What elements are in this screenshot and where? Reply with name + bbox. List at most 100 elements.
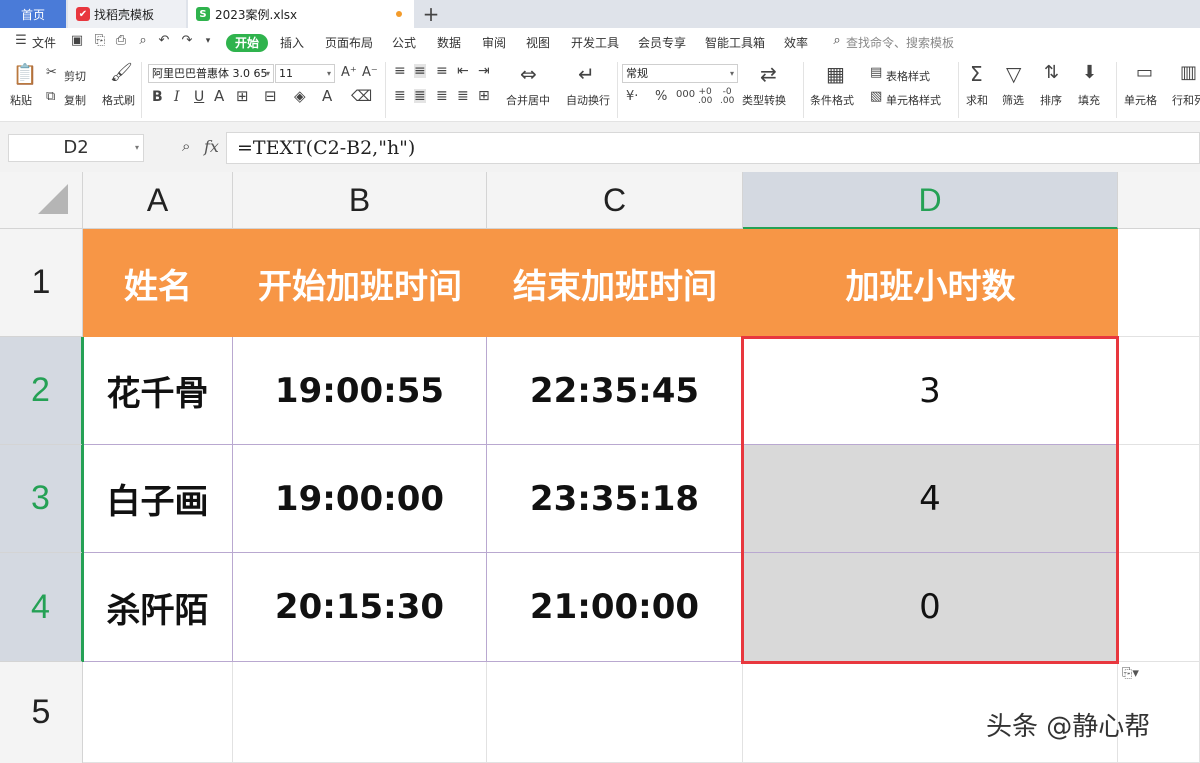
row-header-5[interactable]: 5 — [0, 662, 83, 763]
print-preview-icon[interactable]: ⌕ — [136, 34, 150, 48]
menu-member[interactable]: 会员专享 — [638, 34, 686, 52]
align-right-icon[interactable]: ≣ — [436, 89, 448, 103]
strikethrough-icon[interactable]: A — [214, 89, 224, 104]
font-size-select[interactable]: 11 ▾ — [275, 64, 335, 83]
bold-icon[interactable]: B — [152, 90, 163, 104]
header-cell-start-time[interactable]: 开始加班时间 — [233, 229, 487, 337]
paste-options-icon[interactable]: ⎘▾ — [1122, 666, 1139, 681]
menu-review[interactable]: 审阅 — [482, 34, 506, 52]
menu-developer[interactable]: 开发工具 — [571, 34, 619, 52]
thousands-icon[interactable]: 000 — [676, 90, 695, 100]
row-col-button[interactable]: 行和列 — [1172, 92, 1200, 108]
merge-center-button[interactable]: 合并居中 — [506, 92, 550, 108]
wrap-text-button[interactable]: 自动换行 — [566, 92, 610, 108]
menu-start[interactable]: 开始 — [226, 34, 269, 52]
cell-a3[interactable]: 白子画 — [83, 445, 233, 553]
decrease-font-icon[interactable]: A⁻ — [362, 66, 378, 79]
align-bottom-icon[interactable]: ≡ — [436, 64, 448, 78]
cut-button[interactable]: 剪切 — [64, 68, 86, 84]
conditional-format-icon[interactable]: ▦ — [826, 64, 845, 84]
increase-decimal-icon[interactable]: +0.00 — [698, 88, 712, 106]
column-header-e[interactable] — [1118, 172, 1200, 229]
number-format-select[interactable]: 常规 ▾ — [622, 64, 738, 83]
menu-formulas[interactable]: 公式 — [392, 34, 416, 52]
cell-b4[interactable]: 20:15:30 — [233, 553, 487, 662]
paste-button[interactable]: 粘贴 — [10, 92, 32, 108]
justify-icon[interactable]: ≣ — [457, 89, 469, 103]
cell-a4[interactable]: 杀阡陌 — [83, 553, 233, 662]
cell-b2[interactable]: 19:00:55 — [233, 337, 487, 445]
format-painter-button[interactable]: 格式刷 — [102, 92, 135, 108]
tab-file[interactable]: S 2023案例.xlsx — [188, 0, 414, 28]
distributed-icon[interactable]: ⊞ — [478, 89, 490, 103]
sort-icon[interactable]: ⇅ — [1044, 64, 1059, 82]
fill-color-icon[interactable]: ◈ — [294, 89, 306, 104]
sum-icon[interactable]: Σ — [970, 64, 983, 84]
indent-decrease-icon[interactable]: ⇤ — [457, 64, 469, 78]
quick-access-more-icon[interactable]: ▾ — [201, 34, 215, 48]
menu-page-layout[interactable]: 页面布局 — [325, 34, 373, 52]
cell-e3[interactable] — [1118, 445, 1200, 553]
header-cell-end-time[interactable]: 结束加班时间 — [487, 229, 743, 337]
row-header-2[interactable]: 2 — [0, 337, 83, 445]
column-header-d[interactable]: D — [743, 172, 1118, 229]
conditional-format-button[interactable]: 条件格式 — [810, 92, 854, 108]
cell-e1[interactable] — [1118, 229, 1200, 337]
italic-icon[interactable]: I — [174, 90, 180, 104]
new-tab-button[interactable]: + — [420, 2, 442, 26]
align-top-icon[interactable]: ≡ — [394, 64, 406, 78]
clear-format-icon[interactable]: ⌫ — [351, 89, 372, 104]
currency-icon[interactable]: ¥· — [626, 90, 638, 103]
zoom-icon[interactable]: ⌕ — [182, 139, 190, 154]
menu-file[interactable]: 文件 — [32, 34, 56, 52]
cell-a5[interactable] — [83, 662, 233, 763]
table-style-button[interactable]: 表格样式 — [886, 68, 930, 84]
merge-center-icon[interactable]: ⇔ — [520, 64, 537, 84]
undo-icon[interactable]: ↶ — [157, 34, 171, 48]
header-cell-name[interactable]: 姓名 — [83, 229, 233, 337]
percent-icon[interactable]: % — [655, 90, 667, 103]
column-header-a[interactable]: A — [83, 172, 233, 229]
cell-button[interactable]: 单元格 — [1124, 92, 1157, 108]
cell-c3[interactable]: 23:35:18 — [487, 445, 743, 553]
decrease-decimal-icon[interactable]: -0.00 — [720, 88, 734, 106]
border-icon[interactable]: ⊞ — [236, 89, 249, 104]
command-search[interactable]: 查找命令、搜索模板 — [846, 34, 954, 52]
cell-e4[interactable] — [1118, 553, 1200, 662]
sort-button[interactable]: 排序 — [1040, 92, 1062, 108]
font-name-select[interactable]: 阿里巴巴普惠体 3.0 65 ▾ — [148, 64, 274, 83]
indent-increase-icon[interactable]: ⇥ — [478, 64, 490, 78]
type-convert-icon[interactable]: ⇄ — [760, 64, 777, 84]
wrap-text-icon[interactable]: ↵ — [578, 64, 595, 84]
cell-c2[interactable]: 22:35:45 — [487, 337, 743, 445]
cell-icon[interactable]: ▭ — [1136, 64, 1153, 82]
font-color-icon[interactable]: A — [322, 89, 332, 104]
filter-icon[interactable]: ▽ — [1006, 64, 1021, 84]
column-header-b[interactable]: B — [233, 172, 487, 229]
cell-c4[interactable]: 21:00:00 — [487, 553, 743, 662]
increase-font-icon[interactable]: A⁺ — [341, 66, 357, 79]
cell-e2[interactable] — [1118, 337, 1200, 445]
align-center-icon[interactable]: ≣ — [414, 89, 426, 103]
cell-b5[interactable] — [233, 662, 487, 763]
underline-icon[interactable]: U — [194, 90, 204, 104]
menu-smart-toolbox[interactable]: 智能工具箱 — [705, 34, 765, 52]
menu-data[interactable]: 数据 — [437, 34, 461, 52]
cell-a2[interactable]: 花千骨 — [83, 337, 233, 445]
fill-icon[interactable]: ⬇ — [1082, 64, 1097, 82]
select-all-corner[interactable] — [0, 172, 83, 229]
cell-c5[interactable] — [487, 662, 743, 763]
row-header-1[interactable]: 1 — [0, 229, 83, 337]
type-convert-button[interactable]: 类型转换 — [742, 92, 786, 108]
sum-button[interactable]: 求和 — [966, 92, 988, 108]
paste-icon[interactable]: 📋 — [12, 64, 38, 84]
filter-button[interactable]: 筛选 — [1002, 92, 1024, 108]
row-header-4[interactable]: 4 — [0, 553, 83, 662]
copy-button[interactable]: 复制 — [64, 92, 86, 108]
column-header-c[interactable]: C — [487, 172, 743, 229]
name-box[interactable]: D2 ▾ — [8, 134, 144, 162]
header-cell-overtime-hours[interactable]: 加班小时数 — [743, 229, 1118, 337]
cell-style-button[interactable]: 单元格样式 — [886, 92, 941, 108]
formula-input[interactable]: =TEXT(C2-B2,"h") — [226, 132, 1200, 164]
menu-insert[interactable]: 插入 — [280, 34, 304, 52]
